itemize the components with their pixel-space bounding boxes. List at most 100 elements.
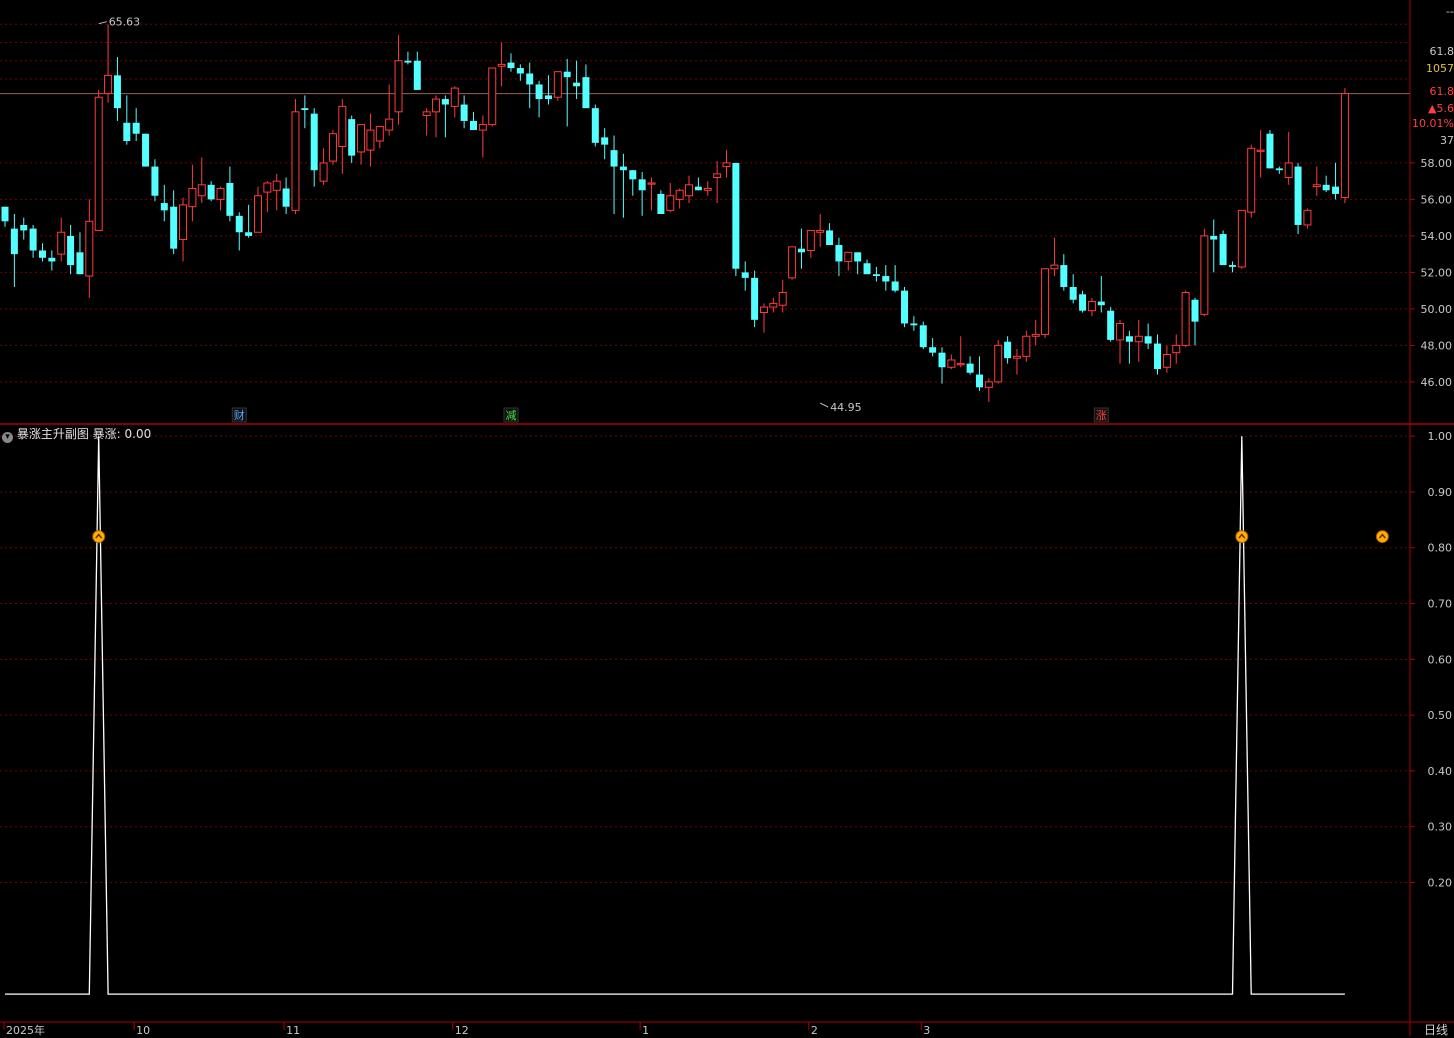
sub-chart-name: 暴涨主升副图: [17, 427, 89, 441]
candle-body-down: [742, 272, 749, 277]
candle-body-up: [770, 303, 777, 307]
candle-body-up: [376, 126, 383, 141]
candle-body-down: [311, 114, 318, 171]
candle-body-down: [133, 123, 140, 134]
sub-grid: [0, 436, 1410, 882]
candle-body-up: [189, 188, 196, 206]
y-tick-label: 46.00: [1421, 376, 1453, 389]
annotation-label: 65.63: [109, 16, 141, 29]
candle-body-up: [723, 163, 730, 167]
candle-body-up: [180, 205, 187, 240]
chart-canvas: 65.6344.95 财减涨 58.0056.0054.0052.0050.00…: [0, 0, 1454, 1036]
candle-body-down: [573, 83, 580, 87]
candle-body-up: [423, 112, 430, 116]
y-tick-label: 56.00: [1421, 193, 1453, 206]
candle-body-down: [939, 353, 946, 368]
candle-body-down: [592, 108, 599, 143]
candle-body-down: [151, 167, 158, 196]
candle-body-down: [657, 194, 664, 214]
x-tick-label: 1: [642, 1024, 649, 1036]
candle-body-up: [433, 99, 440, 112]
price-annotations: 65.6344.95: [99, 16, 862, 414]
sub-chart-title[interactable]: ▾ 暴涨主升副图 暴涨: 0.00: [2, 425, 151, 443]
event-label: 减: [505, 409, 516, 422]
candle-body-down: [929, 347, 936, 352]
candle-body-down: [910, 323, 917, 325]
spike-marker: [1376, 531, 1388, 543]
candle-body-down: [404, 61, 411, 63]
candle-body-up: [1042, 269, 1049, 335]
candle-body-up: [779, 292, 786, 305]
candle-body-up: [86, 221, 93, 276]
candle-body-down: [536, 84, 543, 99]
candle-body-up: [845, 252, 852, 261]
candle-body-down: [892, 282, 899, 291]
candle-body-up: [1341, 94, 1348, 198]
candle-body-up: [817, 230, 824, 232]
candle-body-down: [348, 119, 355, 155]
candle-body-up: [489, 68, 496, 125]
candle-body-down: [283, 188, 290, 206]
annotation-leader: [820, 403, 828, 407]
axes: 58.0056.0054.0052.0050.0048.0046.001.000…: [0, 0, 1454, 1036]
candle-body-up: [320, 163, 327, 181]
candle-body-up: [1304, 210, 1311, 225]
candle-body-down: [1079, 294, 1086, 310]
candle-body-down: [1323, 185, 1330, 190]
period-label[interactable]: 日线: [1424, 1021, 1448, 1038]
candle-body-down: [1004, 342, 1011, 358]
right-panel-value: 37: [1440, 134, 1454, 147]
candle-body-up: [985, 382, 992, 387]
candle-body-down: [226, 183, 233, 216]
main-grid: [0, 24, 1410, 382]
candle-body-down: [639, 179, 646, 190]
candle-body-down: [751, 278, 758, 320]
candle-body-up: [1313, 185, 1320, 187]
candle-body-down: [20, 225, 27, 230]
candle-body-down: [170, 207, 177, 249]
candle-body-down: [301, 108, 308, 110]
candle-body-down: [545, 95, 552, 99]
candle-body-down: [461, 105, 468, 121]
candle-body-down: [601, 137, 608, 144]
candle-body-up: [1051, 265, 1058, 269]
candle-body-down: [976, 375, 983, 388]
candle-body-down: [1098, 302, 1105, 306]
candle-body-down: [854, 252, 861, 261]
candle-body-down: [245, 232, 252, 236]
candle-body-up: [358, 125, 365, 152]
candle-body-up: [198, 185, 205, 196]
candle-body-down: [208, 185, 215, 200]
candle-body-down: [901, 291, 908, 324]
candle-body-down: [1126, 336, 1133, 341]
candle-body-up: [686, 185, 693, 196]
indicator-value: 0.00: [125, 427, 152, 441]
candle-body-up: [1173, 345, 1180, 352]
candle-body-down: [629, 170, 636, 179]
annotation-leader: [99, 22, 107, 24]
y-tick-label: 0.70: [1428, 598, 1453, 611]
candle-body-up: [1023, 336, 1030, 356]
candle-body-up: [1135, 336, 1142, 341]
candle-body-down: [1107, 311, 1114, 340]
candle-body-down: [1191, 300, 1198, 322]
candle-body-down: [526, 74, 533, 85]
candle-body-down: [114, 75, 121, 108]
collapse-icon[interactable]: ▾: [2, 432, 13, 443]
candle-body-up: [273, 181, 280, 190]
candle-body-up: [760, 307, 767, 312]
candle-body-up: [714, 174, 721, 178]
candle-body-down: [564, 72, 571, 77]
candle-body-up: [1182, 292, 1189, 345]
candle-body-down: [161, 203, 168, 210]
candle-body-down: [11, 229, 18, 255]
event-label: 涨: [1096, 409, 1107, 422]
candle-body-up: [479, 125, 486, 130]
candle-body-up: [948, 360, 955, 367]
candle-body-up: [1032, 334, 1039, 336]
y-tick-label: 54.00: [1421, 230, 1453, 243]
candle-body-down: [507, 63, 514, 68]
candle-body-up: [264, 183, 271, 192]
candle-body-up: [1117, 323, 1124, 339]
candle-body-down: [732, 163, 739, 269]
